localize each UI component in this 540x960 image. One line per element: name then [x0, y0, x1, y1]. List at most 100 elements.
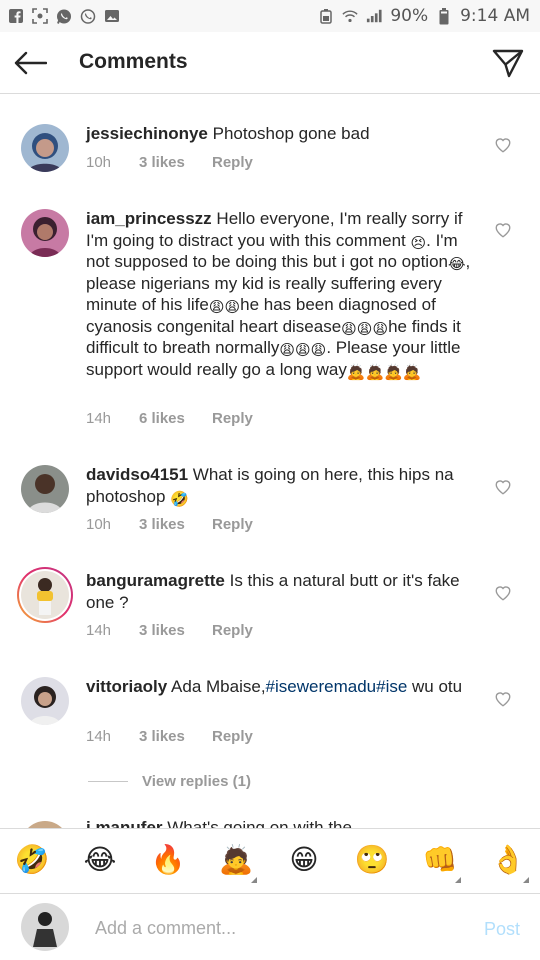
- comment-text: vittoriaoly Ada Mbaise,#iseweremadu#ise …: [86, 676, 481, 698]
- comment-likes[interactable]: 3 likes: [139, 516, 212, 533]
- comment-time: 14h: [86, 410, 112, 427]
- comment-username[interactable]: iam_princesszz: [86, 209, 212, 228]
- clock: 9:14 AM: [460, 6, 530, 26]
- view-replies-label: View replies (1): [142, 773, 251, 790]
- avatar[interactable]: [17, 567, 73, 623]
- comment-username[interactable]: banguramagrette: [86, 571, 225, 590]
- skin-tone-indicator: [523, 877, 529, 883]
- comment-input[interactable]: [95, 915, 455, 941]
- heart-icon[interactable]: [494, 478, 512, 496]
- emoji-glyph: 👌: [490, 844, 526, 875]
- heart-icon[interactable]: [494, 136, 512, 154]
- comment-username[interactable]: i.manufer: [86, 818, 163, 828]
- avatar-image: [21, 571, 69, 619]
- emoji: 😩😩: [208, 299, 241, 316]
- comment-meta: 14h 6 likes Reply: [86, 410, 253, 427]
- wifi-icon: [342, 8, 358, 24]
- status-bar-right: 90% 9:14 AM: [318, 6, 530, 26]
- comment-body: What's going on with the: [167, 818, 352, 828]
- hashtag-link[interactable]: #ise: [376, 677, 407, 696]
- comment-meta: 14h 3 likes Reply: [86, 728, 253, 745]
- avatar[interactable]: [21, 465, 69, 513]
- my-avatar: [21, 903, 69, 951]
- emoji-button[interactable]: 👌: [490, 843, 529, 883]
- comment-likes[interactable]: 3 likes: [139, 728, 212, 745]
- divider-line: [88, 781, 128, 782]
- emoji-button[interactable]: 👊: [422, 843, 461, 883]
- comment-body: Ada Mbaise,: [171, 677, 266, 696]
- comment-meta: 10h 3 likes Reply: [86, 154, 253, 171]
- reply-button[interactable]: Reply: [212, 622, 253, 639]
- heart-icon[interactable]: [494, 690, 512, 708]
- gallery-icon: [104, 8, 120, 24]
- reply-button[interactable]: Reply: [212, 410, 253, 427]
- share-button[interactable]: [490, 45, 526, 81]
- emoji-button[interactable]: 🙇: [218, 843, 257, 883]
- emoji-button[interactable]: 🔥: [151, 843, 186, 877]
- comment-time: 10h: [86, 154, 112, 171]
- emoji-glyph: 👊: [422, 844, 458, 875]
- comment-meta: 14h 3 likes Reply: [86, 622, 253, 639]
- battery-icon: [436, 7, 452, 24]
- heart-icon[interactable]: [494, 584, 512, 602]
- data-saver-icon: [318, 8, 334, 24]
- reply-button[interactable]: Reply: [212, 728, 253, 745]
- comment-time: 14h: [86, 622, 112, 639]
- page-title: Comments: [79, 50, 188, 73]
- comment-username[interactable]: davidso4151: [86, 465, 188, 484]
- avatar[interactable]: [21, 677, 69, 725]
- reply-button[interactable]: Reply: [212, 516, 253, 533]
- emoji: 🙇🙇🙇🙇: [346, 363, 422, 381]
- comment-likes[interactable]: 6 likes: [139, 410, 212, 427]
- comment-text: banguramagrette Is this a natural butt o…: [86, 570, 481, 613]
- emoji-button[interactable]: 🙄: [355, 843, 390, 877]
- header: Comments: [0, 32, 540, 94]
- emoji-button[interactable]: 🤣: [15, 843, 50, 877]
- comment-text: jessiechinonye Photoshop gone bad: [86, 123, 481, 145]
- battery-percent: 90%: [390, 6, 429, 26]
- avatar[interactable]: [21, 821, 69, 828]
- avatar[interactable]: [21, 209, 69, 257]
- comment-composer: Post: [0, 895, 540, 960]
- arrow-left-icon: [14, 51, 47, 75]
- comment-text: iam_princesszz Hello everyone, I'm reall…: [86, 208, 481, 380]
- reply-button[interactable]: Reply: [212, 154, 253, 171]
- hashtag-link[interactable]: #iseweremadu: [266, 677, 377, 696]
- back-button[interactable]: [12, 46, 48, 80]
- comment-username[interactable]: jessiechinonye: [86, 124, 208, 143]
- paper-plane-icon: [492, 49, 524, 78]
- emoji-button[interactable]: 😂: [83, 843, 117, 877]
- view-replies-button[interactable]: View replies (1): [88, 773, 251, 790]
- comment-body: wu otu: [407, 677, 463, 696]
- comment-time: 14h: [86, 728, 112, 745]
- emoji-glyph: 🙇: [218, 844, 254, 875]
- emoji: 😣: [410, 234, 427, 252]
- status-bar: 90% 9:14 AM: [0, 0, 540, 32]
- comment-time: 10h: [86, 516, 112, 533]
- comments-list[interactable]: jessiechinonye Photoshop gone bad 10h 3 …: [0, 95, 540, 828]
- emoji-button[interactable]: 😁: [287, 843, 321, 877]
- heart-icon[interactable]: [494, 221, 512, 239]
- whatsapp-business-icon: [80, 8, 96, 24]
- skin-tone-indicator: [455, 877, 461, 883]
- signal-icon: [366, 8, 382, 24]
- screenshot-icon: [32, 8, 48, 24]
- emoji: 🤣: [170, 490, 189, 508]
- comment-meta: 10h 3 likes Reply: [86, 516, 253, 533]
- whatsapp-icon: [56, 8, 72, 24]
- facebook-icon: [8, 8, 24, 24]
- comment-likes[interactable]: 3 likes: [139, 154, 212, 171]
- skin-tone-indicator: [251, 877, 257, 883]
- avatar[interactable]: [21, 124, 69, 172]
- comment-username[interactable]: vittoriaoly: [86, 677, 167, 696]
- comment-likes[interactable]: 3 likes: [139, 622, 212, 639]
- emoji-quick-bar: 🤣 😂 🔥 🙇 😁 🙄 👊 👌: [0, 828, 540, 894]
- comment-text: davidso4151 What is going on here, this …: [86, 464, 481, 507]
- emoji: 😂: [448, 256, 466, 273]
- status-bar-left: [8, 8, 120, 24]
- emoji: 😩😩😩: [279, 342, 327, 359]
- emoji: 😩😩😩: [341, 320, 389, 338]
- avatar-inner: [19, 569, 71, 621]
- comment-body: Photoshop gone bad: [212, 124, 370, 143]
- post-button[interactable]: Post: [484, 919, 520, 940]
